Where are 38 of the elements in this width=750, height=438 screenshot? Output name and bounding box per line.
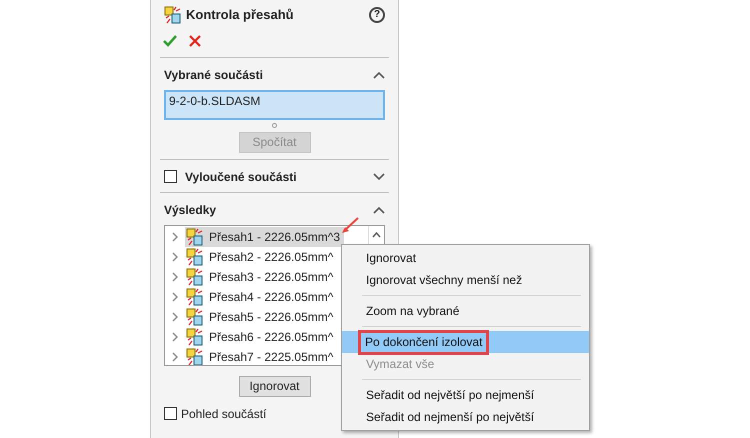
result-item[interactable]: Přesah3 - 2226.05mm^ xyxy=(185,266,338,286)
menu-item[interactable]: Zoom na vybrané xyxy=(342,300,589,322)
result-item[interactable]: Přesah6 - 2226.05mm^ xyxy=(185,326,338,346)
section-title[interactable]: Vyloučené součásti xyxy=(185,168,297,186)
interference-icon xyxy=(186,308,204,326)
interference-icon xyxy=(186,228,204,246)
menu-item[interactable]: Seřadit od největší po nejmenší xyxy=(342,384,589,406)
interference-icon xyxy=(186,268,204,286)
checkbox[interactable] xyxy=(164,407,177,420)
expand-icon[interactable] xyxy=(373,172,385,180)
help-icon[interactable]: ? xyxy=(369,6,385,23)
checkbox-label: Pohled součástí xyxy=(181,406,266,422)
collapse-icon[interactable] xyxy=(373,70,385,78)
result-item[interactable]: Přesah5 - 2226.05mm^ xyxy=(185,306,338,326)
result-item[interactable]: Přesah1 - 2226.05mm^3 xyxy=(185,226,344,246)
result-item[interactable]: Přesah2 - 2226.05mm^ xyxy=(185,246,338,266)
result-item[interactable]: Přesah7 - 2225.05mm^ xyxy=(185,346,338,364)
result-item[interactable]: Přesah4 - 2226.05mm^ xyxy=(185,286,338,306)
menu-item[interactable]: Ignorovat xyxy=(342,247,589,269)
close-icon[interactable] xyxy=(189,34,201,46)
menu-item[interactable]: Seřadit od nejmenší po největší xyxy=(342,406,589,428)
collapse-icon[interactable] xyxy=(373,206,385,214)
interference-icon xyxy=(186,288,204,306)
section-title[interactable]: Výsledky xyxy=(164,200,216,218)
menu-item[interactable]: Ignorovat všechny menší než xyxy=(342,269,589,291)
ignore-button[interactable]: Ignorovat xyxy=(238,376,310,396)
interference-icon xyxy=(186,248,204,266)
interference-icon xyxy=(186,348,204,364)
menu-item[interactable]: Po dokončení izolovat xyxy=(342,331,589,353)
section-title[interactable]: Vybrané součásti xyxy=(164,66,263,84)
annotation-arrow xyxy=(340,217,360,235)
panel-title: Kontrola přesahů xyxy=(186,6,294,24)
resize-handle-icon[interactable] xyxy=(272,122,277,128)
checkbox[interactable] xyxy=(164,170,177,183)
interference-icon xyxy=(164,6,182,24)
selection-field[interactable]: 9-2-0-b.SLDASM xyxy=(164,90,385,120)
confirm-icon[interactable] xyxy=(163,34,177,46)
interference-icon xyxy=(186,328,204,346)
